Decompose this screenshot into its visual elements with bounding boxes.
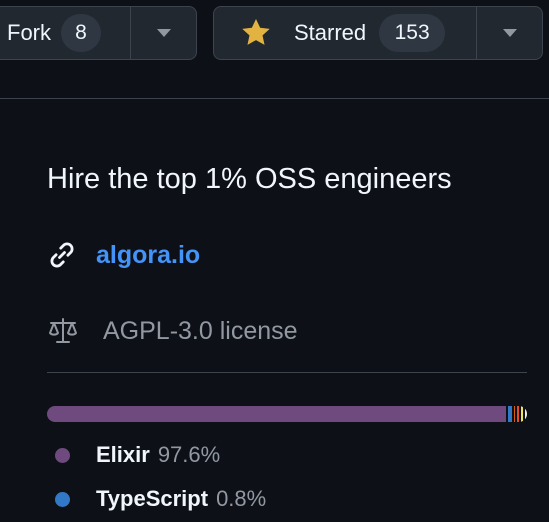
fork-button[interactable]: Fork 8 bbox=[0, 7, 131, 59]
starred-button[interactable]: Starred 153 bbox=[214, 7, 477, 59]
website-link[interactable]: algora.io bbox=[96, 241, 200, 270]
language-bar-segment bbox=[507, 406, 512, 422]
language-bar-segment bbox=[521, 406, 523, 422]
language-item-typescript[interactable]: TypeScript 0.8% bbox=[55, 486, 266, 512]
language-name: TypeScript bbox=[96, 486, 209, 511]
language-percent: 97.6% bbox=[157, 442, 221, 467]
website-link-row: algora.io bbox=[47, 240, 200, 270]
star-count: 153 bbox=[379, 14, 446, 52]
fork-button-group: Fork 8 bbox=[0, 6, 197, 60]
license-row[interactable]: AGPL-3.0 license bbox=[47, 315, 298, 347]
language-color-dot bbox=[55, 447, 70, 463]
language-percent: 0.8% bbox=[216, 486, 267, 511]
repo-description: Hire the top 1% OSS engineers bbox=[47, 163, 452, 195]
law-icon bbox=[49, 318, 77, 343]
fork-label: Fork bbox=[7, 20, 51, 45]
triangle-down-icon bbox=[502, 29, 517, 37]
star-button-group: Starred 153 bbox=[213, 6, 543, 60]
language-bar-segment bbox=[513, 406, 516, 422]
header-divider bbox=[0, 98, 549, 99]
starred-label: Starred bbox=[294, 20, 367, 45]
language-bar-segment bbox=[524, 406, 527, 422]
fork-dropdown-button[interactable] bbox=[131, 7, 196, 59]
language-name: Elixir bbox=[96, 442, 150, 467]
star-icon bbox=[242, 19, 270, 45]
star-dropdown-button[interactable] bbox=[477, 7, 542, 59]
language-bar bbox=[47, 406, 527, 422]
language-bar-segment bbox=[517, 406, 520, 422]
language-color-dot bbox=[55, 491, 70, 507]
section-divider bbox=[47, 372, 527, 373]
fork-count: 8 bbox=[61, 14, 101, 52]
triangle-down-icon bbox=[156, 29, 171, 37]
language-bar-segment bbox=[47, 406, 506, 422]
language-item-elixir[interactable]: Elixir 97.6% bbox=[55, 442, 220, 468]
license-label: AGPL-3.0 license bbox=[103, 316, 298, 345]
link-icon bbox=[50, 242, 74, 268]
